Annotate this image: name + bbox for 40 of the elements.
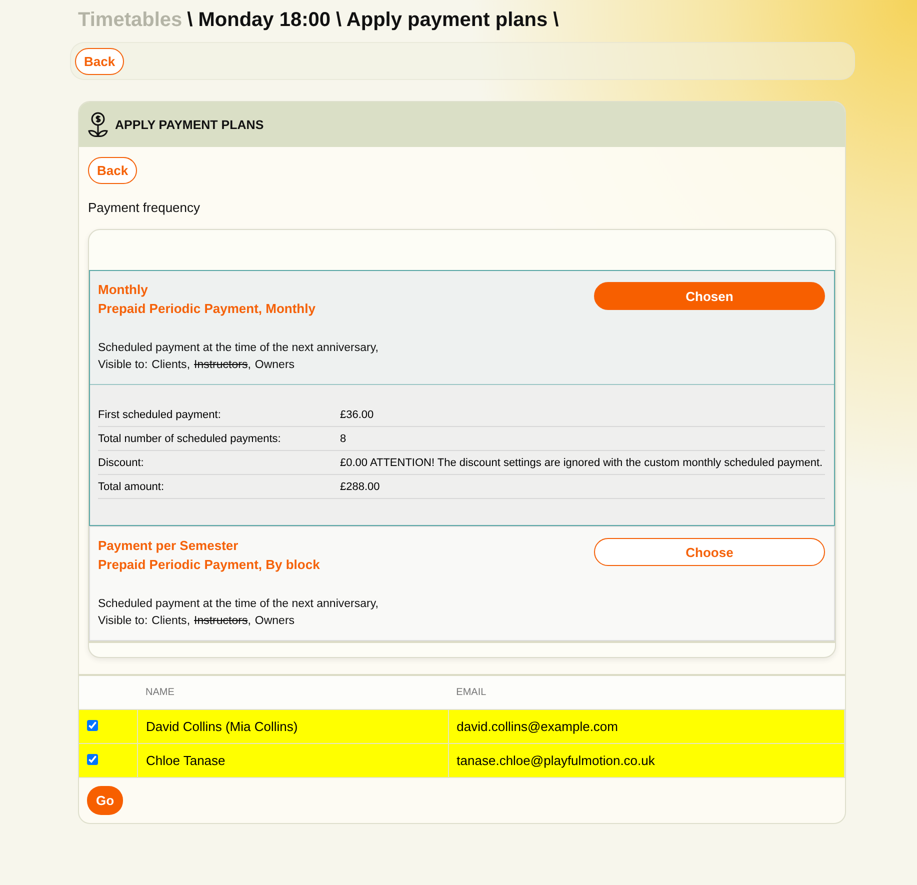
audience-item: Clients,	[152, 614, 190, 629]
detail-value: 8	[340, 432, 348, 447]
card-title: APPLY PAYMENT PLANS	[115, 118, 264, 132]
table-cell: tanase.chloe@playfulmotion.co.uk	[448, 744, 844, 778]
choose-button[interactable]: Choose	[594, 538, 825, 566]
row-checkbox[interactable]	[87, 720, 98, 731]
breadcrumb-link[interactable]: Timetables	[78, 9, 182, 31]
column-header: EMAIL	[448, 675, 844, 710]
visibility-label: Visible to:	[98, 614, 148, 629]
table-cell: David Collins (Mia Collins)	[138, 710, 448, 744]
audience-item: Owners	[254, 614, 295, 629]
page-title: \ Monday 18:00 \ Apply payment plans \	[187, 9, 559, 31]
audience-item: Instructors,	[194, 358, 251, 373]
detail-label: Total amount:	[98, 480, 166, 495]
column-header: NAME	[138, 675, 448, 710]
plan-name: Payment per Semester	[98, 538, 240, 553]
audience-item: Clients,	[152, 358, 190, 373]
plan-type: Prepaid Periodic Payment, By block	[98, 557, 320, 572]
visibility-label: Visible to:	[98, 358, 148, 373]
choose-button[interactable]: Chosen	[594, 282, 825, 310]
back-button[interactable]: Back	[75, 48, 124, 74]
back-button[interactable]: Back	[88, 157, 138, 184]
audience-item: Owners	[254, 358, 295, 373]
detail-label: Total number of scheduled payments:	[98, 432, 282, 447]
plan-description: Scheduled payment at the time of the next anniversary,	[98, 341, 380, 356]
detail-value: £36.00	[340, 408, 375, 423]
plan-description: Scheduled payment at the time of the next anniversary,	[98, 597, 380, 612]
detail-label: First scheduled payment:	[98, 408, 222, 423]
detail-label: Discount:	[98, 456, 145, 471]
table-cell: david.collins@example.com	[448, 710, 844, 744]
audience-item: Instructors,	[194, 614, 251, 629]
table-cell: Chloe Tanase	[138, 744, 448, 778]
go-button[interactable]: Go	[87, 786, 124, 815]
detail-value: £288.00	[340, 480, 381, 495]
field-label: Payment frequency	[88, 200, 202, 215]
detail-value: £0.00 ATTENTION! The discount settings are ignored with the custom monthly scheduled payment.	[340, 456, 824, 471]
money-plant-icon	[87, 112, 109, 138]
row-checkbox[interactable]	[87, 754, 98, 765]
plan-name: Monthly	[98, 282, 149, 297]
plan-type: Prepaid Periodic Payment, Monthly	[98, 301, 316, 316]
